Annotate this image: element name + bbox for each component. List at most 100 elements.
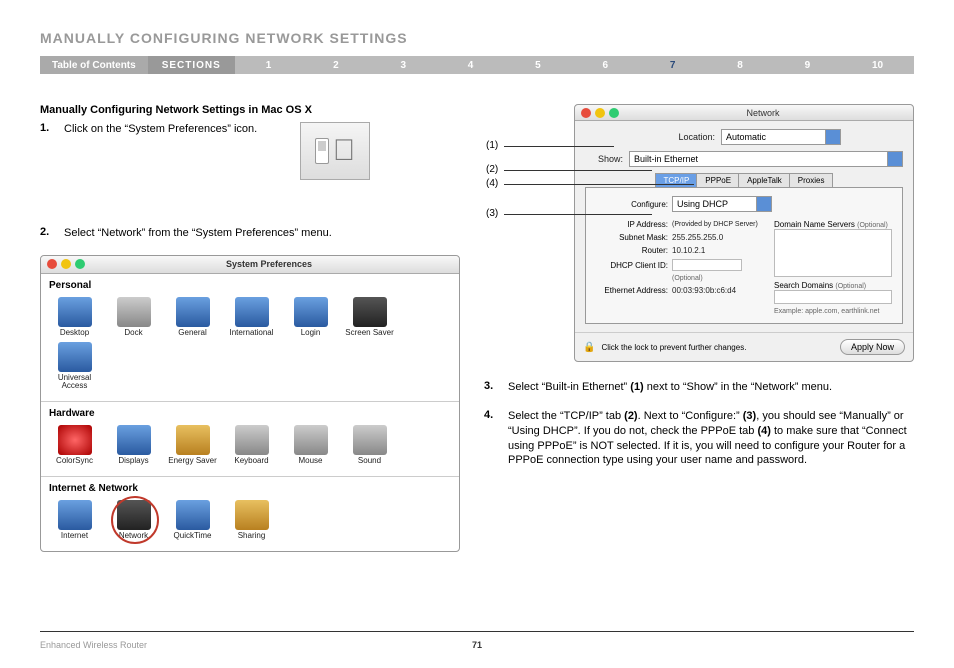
- toc-link[interactable]: Table of Contents: [40, 56, 148, 74]
- product-name: Enhanced Wireless Router: [40, 640, 147, 650]
- search-label: Search Domains (Optional): [774, 281, 894, 290]
- zoom-icon[interactable]: [609, 108, 619, 118]
- pref-login[interactable]: Login: [282, 297, 339, 338]
- pref-desktop[interactable]: Desktop: [46, 297, 103, 338]
- system-preferences-app-icon: : [300, 122, 370, 180]
- sound-icon: [353, 425, 387, 455]
- dhcp-label: DHCP Client ID:: [594, 261, 668, 270]
- callout-2: (2): [486, 164, 498, 175]
- section-7[interactable]: 7: [670, 60, 676, 71]
- sp-titlebar: System Preferences: [41, 256, 459, 274]
- section-9[interactable]: 9: [805, 60, 811, 71]
- system-preferences-window: System Preferences Personal Desktop Dock…: [40, 255, 460, 552]
- section-3[interactable]: 3: [400, 60, 406, 71]
- example-text: Example: apple.com, earthlink.net: [774, 308, 894, 315]
- pref-energy[interactable]: Energy Saver: [164, 425, 221, 466]
- callout-1: (1): [486, 140, 498, 151]
- callout-4-line: [504, 184, 694, 185]
- section-10[interactable]: 10: [872, 60, 883, 71]
- configure-select[interactable]: Using DHCP: [672, 196, 772, 212]
- section-8[interactable]: 8: [737, 60, 743, 71]
- callout-3: (3): [486, 208, 498, 219]
- show-select[interactable]: Built-in Ethernet: [629, 151, 903, 167]
- step-4-text: Select the “TCP/IP” tab (2). Next to “Co…: [508, 409, 914, 468]
- tab-appletalk[interactable]: AppleTalk: [738, 173, 791, 187]
- sharing-icon: [235, 500, 269, 530]
- close-icon[interactable]: [47, 259, 57, 269]
- callout-3-line: [504, 214, 652, 215]
- section-numbers: 1 2 3 4 5 6 7 8 9 10: [235, 60, 914, 71]
- pref-sharing[interactable]: Sharing: [223, 500, 280, 541]
- subnet-value: 255.255.255.0: [672, 233, 723, 242]
- configure-label: Configure:: [594, 200, 668, 209]
- dns-input[interactable]: [774, 229, 892, 277]
- lock-icon[interactable]: 🔒: [583, 342, 595, 353]
- pref-screensaver[interactable]: Screen Saver: [341, 297, 398, 338]
- location-label: Location:: [647, 132, 715, 142]
- step-3-number: 3.: [484, 380, 508, 395]
- network-window: Network Location: Automatic Show: Built-…: [574, 104, 914, 362]
- pref-dock[interactable]: Dock: [105, 297, 162, 338]
- section-4[interactable]: 4: [468, 60, 474, 71]
- pref-internet[interactable]: Internet: [46, 500, 103, 541]
- pref-displays[interactable]: Displays: [105, 425, 162, 466]
- internet-icon: [58, 500, 92, 530]
- pref-universal[interactable]: Universal Access: [46, 342, 103, 392]
- ip-label: IP Address:: [594, 220, 668, 229]
- tab-pppoe[interactable]: PPPoE: [696, 173, 740, 187]
- section-1[interactable]: 1: [266, 60, 272, 71]
- minimize-icon[interactable]: [595, 108, 605, 118]
- minimize-icon[interactable]: [61, 259, 71, 269]
- search-domains-input[interactable]: [774, 290, 892, 304]
- step-2-number: 2.: [40, 226, 64, 241]
- location-select[interactable]: Automatic: [721, 129, 841, 145]
- page-number: 71: [472, 640, 482, 650]
- pref-sound[interactable]: Sound: [341, 425, 398, 466]
- pref-network[interactable]: Network: [105, 500, 162, 541]
- ip-value: (Provided by DHCP Server): [672, 221, 758, 228]
- tab-proxies[interactable]: Proxies: [789, 173, 834, 187]
- energy-saver-icon: [176, 425, 210, 455]
- general-icon: [176, 297, 210, 327]
- keyboard-icon: [235, 425, 269, 455]
- apple-icon: : [333, 134, 356, 168]
- pref-keyboard[interactable]: Keyboard: [223, 425, 280, 466]
- zoom-icon[interactable]: [75, 259, 85, 269]
- nw-titlebar: Network: [575, 105, 913, 121]
- step-4-number: 4.: [484, 409, 508, 468]
- eth-label: Ethernet Address:: [594, 286, 668, 295]
- displays-icon: [117, 425, 151, 455]
- universal-access-icon: [58, 342, 92, 372]
- login-icon: [294, 297, 328, 327]
- show-label: Show:: [585, 154, 623, 164]
- close-icon[interactable]: [581, 108, 591, 118]
- colorsync-icon: [58, 425, 92, 455]
- pref-mouse[interactable]: Mouse: [282, 425, 339, 466]
- step-3-text: Select “Built-in Ethernet” (1) next to “…: [508, 380, 914, 395]
- pref-colorsync[interactable]: ColorSync: [46, 425, 103, 466]
- section-6[interactable]: 6: [603, 60, 609, 71]
- callout-2-line: [504, 170, 652, 171]
- tcpip-panel: Configure: Using DHCP IP Address: (Provid…: [585, 187, 903, 324]
- step-1-text: Click on the “System Preferences” icon.: [64, 122, 464, 182]
- quicktime-icon: [176, 500, 210, 530]
- sp-section-personal: Personal: [41, 274, 459, 293]
- dock-icon: [117, 297, 151, 327]
- apply-now-button[interactable]: Apply Now: [840, 339, 905, 355]
- step-2-text: Select “Network” from the “System Prefer…: [64, 226, 464, 241]
- pref-international[interactable]: International: [223, 297, 280, 338]
- dhcp-note: (Optional): [672, 275, 703, 282]
- sp-window-title: System Preferences: [85, 259, 453, 269]
- desktop-icon: [58, 297, 92, 327]
- lock-text: Click the lock to prevent further change…: [601, 343, 746, 352]
- switch-icon: [315, 138, 329, 164]
- pref-quicktime[interactable]: QuickTime: [164, 500, 221, 541]
- section-5[interactable]: 5: [535, 60, 541, 71]
- router-value: 10.10.2.1: [672, 246, 705, 255]
- sp-section-internet: Internet & Network: [41, 477, 459, 496]
- dhcp-client-id-input[interactable]: [672, 259, 742, 271]
- page-title: MANUALLY CONFIGURING NETWORK SETTINGS: [40, 30, 914, 46]
- pref-general[interactable]: General: [164, 297, 221, 338]
- section-2[interactable]: 2: [333, 60, 339, 71]
- sections-label: SECTIONS: [148, 56, 235, 74]
